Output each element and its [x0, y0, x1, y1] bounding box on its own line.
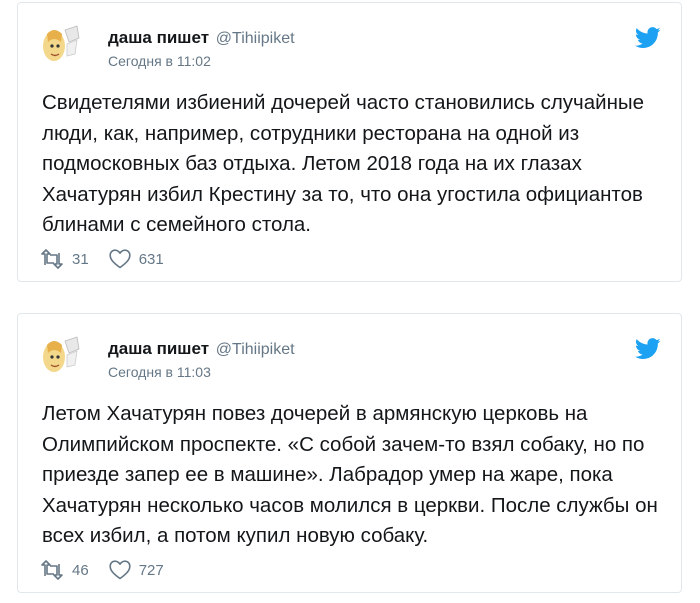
twitter-bird-icon[interactable]: [635, 338, 661, 360]
author-name[interactable]: даша пишет @Tihiipiket: [108, 339, 295, 359]
heart-icon: [109, 249, 131, 269]
like-button[interactable]: 631: [109, 249, 164, 269]
retweet-icon: [41, 560, 63, 580]
tweet-card: даша пишет @Tihiipiket Сегодня в 11:03 Л…: [17, 313, 682, 593]
author-handle[interactable]: @Tihiipiket: [216, 341, 295, 358]
tweet-actions: 31 631: [40, 247, 184, 271]
like-button[interactable]: 727: [109, 560, 164, 580]
tweet-timestamp[interactable]: Сегодня в 11:03: [108, 364, 211, 380]
author-name[interactable]: даша пишет @Tihiipiket: [108, 28, 295, 48]
tweet-actions: 46 727: [40, 558, 184, 582]
retweet-icon: [41, 249, 63, 269]
tweet-text: Свидетелями избиений дочерей часто стано…: [42, 91, 645, 236]
tweet-card: даша пишет @Tihiipiket Сегодня в 11:02 С…: [17, 2, 682, 282]
retweet-button[interactable]: 31: [40, 249, 89, 269]
retweet-count: 31: [72, 250, 89, 268]
like-count: 727: [138, 561, 164, 579]
twitter-bird-icon[interactable]: [635, 27, 661, 49]
author-display-name[interactable]: даша пишет: [108, 28, 209, 47]
tweet-timestamp[interactable]: Сегодня в 11:02: [108, 53, 211, 69]
tweet-text: Летом Хачатурян повез дочерей в армянску…: [42, 402, 658, 547]
retweet-count: 46: [72, 561, 89, 579]
heart-icon: [109, 560, 131, 580]
avatar[interactable]: [39, 24, 81, 66]
author-handle[interactable]: @Tihiipiket: [216, 30, 295, 47]
like-count: 631: [138, 250, 164, 268]
avatar[interactable]: [39, 335, 81, 377]
author-display-name[interactable]: даша пишет: [108, 339, 209, 358]
retweet-button[interactable]: 46: [40, 560, 89, 580]
